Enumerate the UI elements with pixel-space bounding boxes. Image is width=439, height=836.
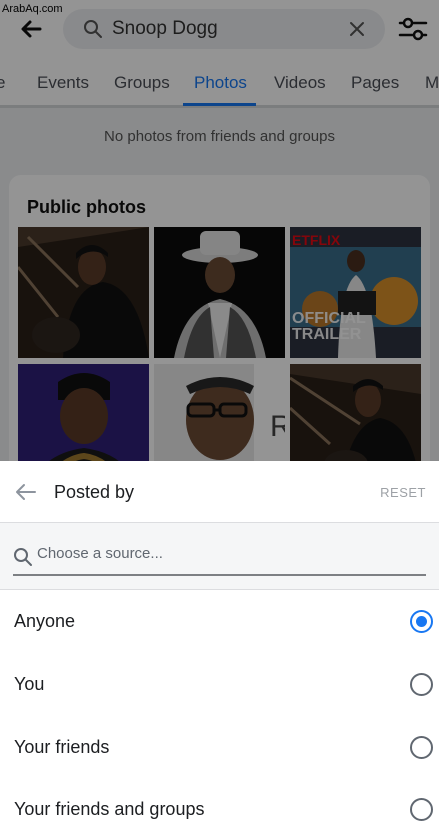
source-search (0, 523, 439, 590)
option-you[interactable]: You (0, 654, 439, 716)
choose-source-input[interactable] (37, 545, 337, 562)
option-anyone[interactable]: Anyone (0, 591, 439, 653)
sheet-header: Posted by RESET (0, 461, 439, 523)
radio-button[interactable] (410, 736, 433, 759)
option-label: Anyone (14, 611, 76, 631)
modal-backdrop[interactable] (0, 0, 439, 461)
posted-by-sheet: Posted by RESET Anyone You Your friends … (0, 461, 439, 836)
sheet-title: Posted by (54, 482, 135, 502)
watermark: ArabAq.com (2, 3, 63, 15)
option-label: Your friends (14, 737, 110, 757)
option-friends-and-groups[interactable]: Your friends and groups (0, 779, 439, 836)
radio-button[interactable] (410, 673, 433, 696)
search-icon (14, 548, 32, 566)
option-label: Your friends and groups (14, 799, 205, 819)
radio-button-selected[interactable] (410, 610, 433, 633)
radio-button[interactable] (410, 798, 433, 821)
back-arrow-icon[interactable] (14, 480, 38, 504)
reset-button[interactable]: RESET (380, 485, 426, 500)
option-label: You (14, 674, 45, 694)
input-underline (13, 574, 426, 576)
option-your-friends[interactable]: Your friends (0, 717, 439, 779)
